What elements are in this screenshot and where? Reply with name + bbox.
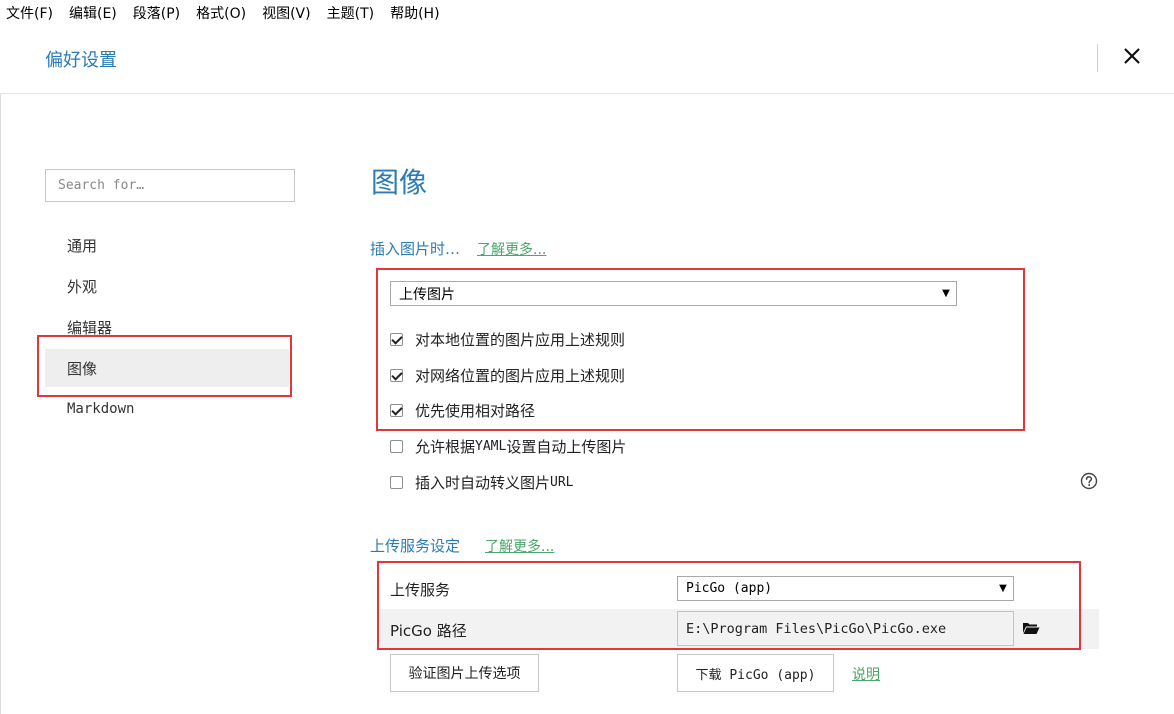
verify-upload-button[interactable]: 验证图片上传选项 bbox=[390, 654, 539, 692]
checkbox-checked[interactable] bbox=[390, 332, 403, 346]
sidebar-item-editor[interactable]: 编辑器 bbox=[45, 308, 289, 346]
close-button[interactable] bbox=[1118, 42, 1146, 70]
option-network-images[interactable]: 对网络位置的图片应用上述规则 bbox=[390, 364, 625, 386]
option-label: 对网络位置的图片应用上述规则 bbox=[415, 366, 626, 385]
picgo-path-label: PicGo 路径 bbox=[390, 622, 467, 640]
sidebar-item-image[interactable]: 图像 bbox=[45, 349, 289, 387]
upload-service-value: PicGo (app) bbox=[686, 581, 773, 596]
option-label: 优先使用相对路径 bbox=[415, 401, 536, 420]
download-picgo-button-label: 下载 PicGo (app) bbox=[695, 667, 816, 683]
option-yaml-auto-upload[interactable]: 允许根据 YAML 设置自动上传图片 bbox=[390, 435, 626, 457]
option-label: 对本地位置的图片应用上述规则 bbox=[415, 330, 626, 349]
menu-file[interactable]: 文件(F) bbox=[6, 3, 53, 23]
help-doc-link[interactable]: 说明 bbox=[852, 664, 880, 684]
insert-action-value: 上传图片 bbox=[399, 286, 455, 303]
dropdown-arrow-icon: ▼ bbox=[999, 583, 1007, 594]
checkbox-unchecked[interactable] bbox=[390, 439, 403, 453]
menu-bar: 文件(F) 编辑(E) 段落(P) 格式(O) 视图(V) 主题(T) 帮助(H… bbox=[0, 0, 1174, 26]
checkbox-unchecked[interactable] bbox=[390, 475, 403, 489]
page-title: 偏好设置 bbox=[45, 50, 117, 71]
dropdown-arrow-icon: ▼ bbox=[942, 288, 950, 299]
option-label-pre: 插入时自动转义图片 bbox=[415, 473, 551, 492]
close-icon bbox=[1124, 48, 1140, 64]
folder-icon[interactable] bbox=[1022, 621, 1040, 635]
checkbox-checked[interactable] bbox=[390, 403, 403, 417]
window-left-edge bbox=[0, 94, 1, 714]
insert-learn-more-link[interactable]: 了解更多... bbox=[477, 239, 546, 259]
sidebar-item-appearance[interactable]: 外观 bbox=[45, 267, 289, 305]
option-label-code: YAML bbox=[475, 438, 507, 454]
menu-help[interactable]: 帮助(H) bbox=[390, 3, 439, 23]
help-icon[interactable] bbox=[1080, 472, 1098, 490]
menu-paragraph[interactable]: 段落(P) bbox=[133, 3, 180, 23]
preferences-header: 偏好设置 bbox=[0, 26, 1174, 94]
menu-edit[interactable]: 编辑(E) bbox=[69, 3, 117, 23]
insert-action-select[interactable]: 上传图片 ▼ bbox=[390, 281, 957, 306]
insert-section-title: 插入图片时… bbox=[370, 240, 461, 258]
option-label-code: URL bbox=[550, 474, 574, 490]
upload-service-select[interactable]: PicGo (app) ▼ bbox=[677, 576, 1014, 601]
option-local-images[interactable]: 对本地位置的图片应用上述规则 bbox=[390, 328, 625, 350]
search-input[interactable] bbox=[45, 169, 295, 202]
menu-theme[interactable]: 主题(T) bbox=[327, 3, 374, 23]
menu-format[interactable]: 格式(O) bbox=[196, 3, 246, 23]
picgo-path-input[interactable] bbox=[677, 611, 1014, 646]
header-divider bbox=[1097, 44, 1098, 72]
section-heading: 图像 bbox=[371, 166, 428, 199]
option-relative-path[interactable]: 优先使用相对路径 bbox=[390, 399, 535, 421]
option-escape-url[interactable]: 插入时自动转义图片 URL bbox=[390, 471, 574, 493]
upload-learn-more-link[interactable]: 了解更多... bbox=[485, 536, 554, 556]
upload-service-label: 上传服务 bbox=[390, 581, 451, 599]
menu-view[interactable]: 视图(V) bbox=[262, 3, 311, 23]
upload-section-title: 上传服务设定 bbox=[370, 537, 461, 555]
checkbox-checked[interactable] bbox=[390, 368, 403, 382]
option-label-pre: 允许根据 bbox=[415, 437, 476, 456]
verify-upload-button-label: 验证图片上传选项 bbox=[408, 666, 521, 682]
sidebar-item-general[interactable]: 通用 bbox=[45, 226, 289, 264]
sidebar-item-markdown[interactable]: Markdown bbox=[45, 390, 289, 428]
option-label-post: 设置自动上传图片 bbox=[506, 437, 627, 456]
download-picgo-button[interactable]: 下载 PicGo (app) bbox=[677, 654, 834, 692]
